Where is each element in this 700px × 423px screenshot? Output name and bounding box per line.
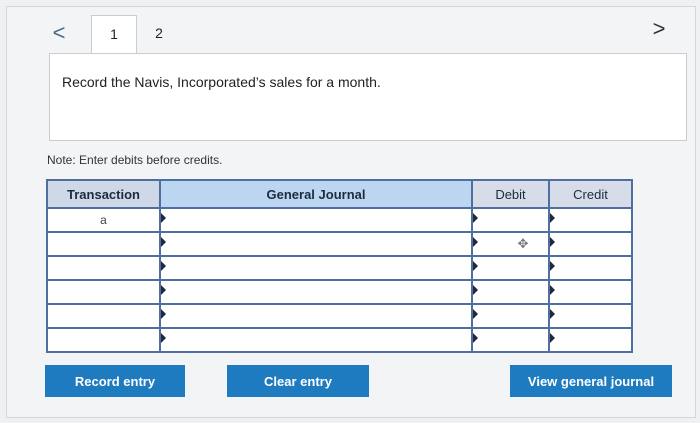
row-marker-icon <box>161 309 166 319</box>
row-marker-icon <box>473 261 478 271</box>
question-text: Record the Navis, Incorporated’s sales f… <box>62 74 381 90</box>
transaction-cell <box>48 305 161 327</box>
tab-2[interactable]: 2 <box>137 15 181 53</box>
row-marker-icon <box>473 333 478 343</box>
transaction-cell <box>48 281 161 303</box>
question-frame: < 1 2 > Record the Navis, Incorporated’s… <box>6 6 696 418</box>
header-transaction: Transaction <box>48 181 161 207</box>
credit-input[interactable] <box>550 257 631 279</box>
row-marker-icon <box>161 285 166 295</box>
table-row <box>48 255 631 279</box>
table-row <box>48 279 631 303</box>
table-row <box>48 327 631 351</box>
credit-input[interactable] <box>550 281 631 303</box>
row-marker-icon <box>161 213 166 223</box>
row-marker-icon <box>161 333 166 343</box>
row-marker-icon <box>161 261 166 271</box>
account-input[interactable] <box>161 233 473 255</box>
chevron-right-icon[interactable]: > <box>647 17 671 41</box>
view-general-journal-button[interactable]: View general journal <box>510 365 672 397</box>
debit-input[interactable] <box>473 281 550 303</box>
header-general-journal: General Journal <box>161 181 473 207</box>
debit-input[interactable]: ✥ <box>473 233 550 255</box>
row-marker-icon <box>550 261 555 271</box>
transaction-cell <box>48 329 161 351</box>
note-text: Note: Enter debits before credits. <box>47 153 223 167</box>
tab-1[interactable]: 1 <box>91 15 137 54</box>
clear-entry-button[interactable]: Clear entry <box>227 365 369 397</box>
account-input[interactable] <box>161 305 473 327</box>
table-row: a <box>48 207 631 231</box>
record-entry-button[interactable]: Record entry <box>45 365 185 397</box>
transaction-cell: a <box>48 209 161 231</box>
account-input[interactable] <box>161 329 473 351</box>
transaction-cell <box>48 233 161 255</box>
credit-input[interactable] <box>550 209 631 231</box>
table-row: ✥ <box>48 231 631 255</box>
row-marker-icon <box>550 333 555 343</box>
row-marker-icon <box>550 309 555 319</box>
move-cursor-icon: ✥ <box>517 236 529 251</box>
row-marker-icon <box>473 285 478 295</box>
credit-input[interactable] <box>550 305 631 327</box>
journal-table: Transaction General Journal Debit Credit… <box>46 179 633 353</box>
row-marker-icon <box>550 213 555 223</box>
table-row <box>48 303 631 327</box>
account-input[interactable] <box>161 281 473 303</box>
row-marker-icon <box>473 309 478 319</box>
credit-input[interactable] <box>550 233 631 255</box>
row-marker-icon <box>550 237 555 247</box>
row-marker-icon <box>550 285 555 295</box>
debit-input[interactable] <box>473 209 550 231</box>
header-credit: Credit <box>550 181 631 207</box>
question-panel: Record the Navis, Incorporated’s sales f… <box>49 53 687 141</box>
debit-input[interactable] <box>473 257 550 279</box>
chevron-left-icon[interactable]: < <box>47 21 71 45</box>
transaction-cell <box>48 257 161 279</box>
row-marker-icon <box>473 237 478 247</box>
account-input[interactable] <box>161 257 473 279</box>
row-marker-icon <box>473 213 478 223</box>
credit-input[interactable] <box>550 329 631 351</box>
debit-input[interactable] <box>473 329 550 351</box>
account-input[interactable] <box>161 209 473 231</box>
header-debit: Debit <box>473 181 550 207</box>
row-marker-icon <box>161 237 166 247</box>
debit-input[interactable] <box>473 305 550 327</box>
